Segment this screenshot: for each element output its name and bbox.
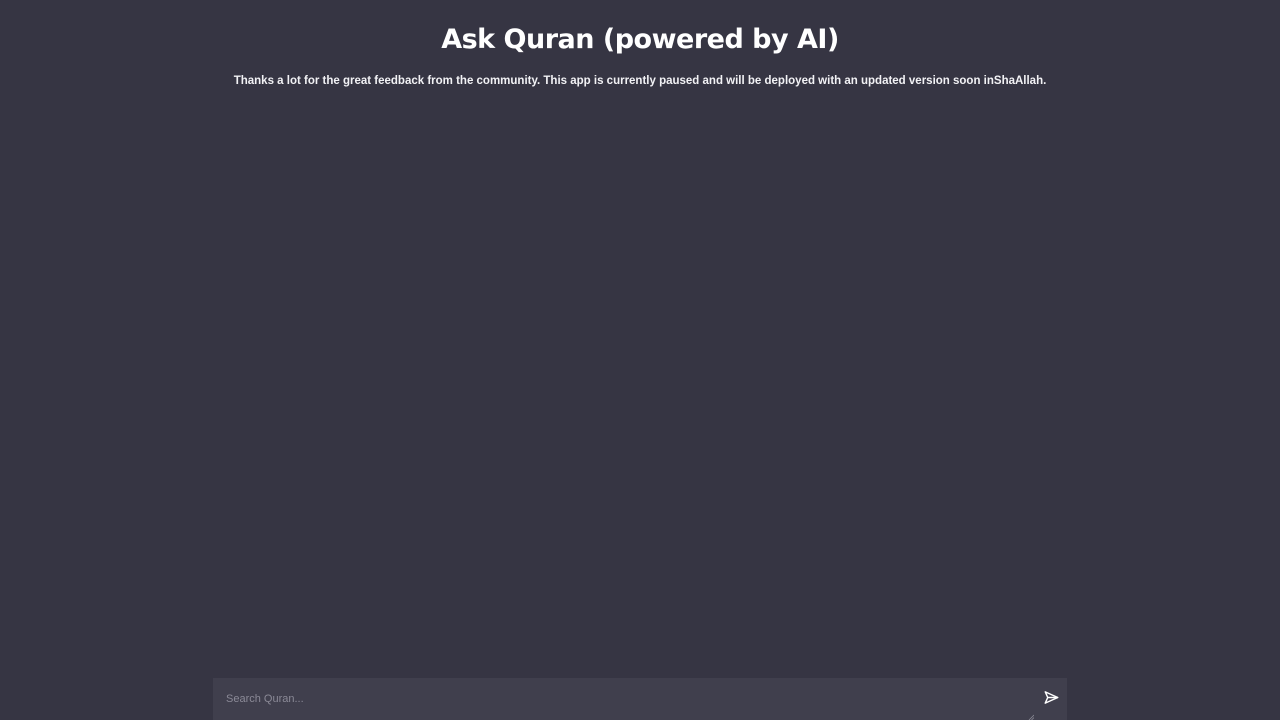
page-title: Ask Quran (powered by AI) (441, 24, 839, 55)
resize-handle-icon[interactable] (1028, 707, 1035, 720)
notice-text: Thanks a lot for the great feedback from… (233, 75, 1047, 87)
chat-area (213, 100, 1067, 670)
header: Ask Quran (powered by AI) Thanks a lot f… (0, 0, 1280, 89)
search-input[interactable] (213, 678, 1033, 720)
send-icon (1044, 690, 1059, 708)
search-bar (213, 678, 1067, 720)
send-button[interactable] (1038, 686, 1064, 712)
